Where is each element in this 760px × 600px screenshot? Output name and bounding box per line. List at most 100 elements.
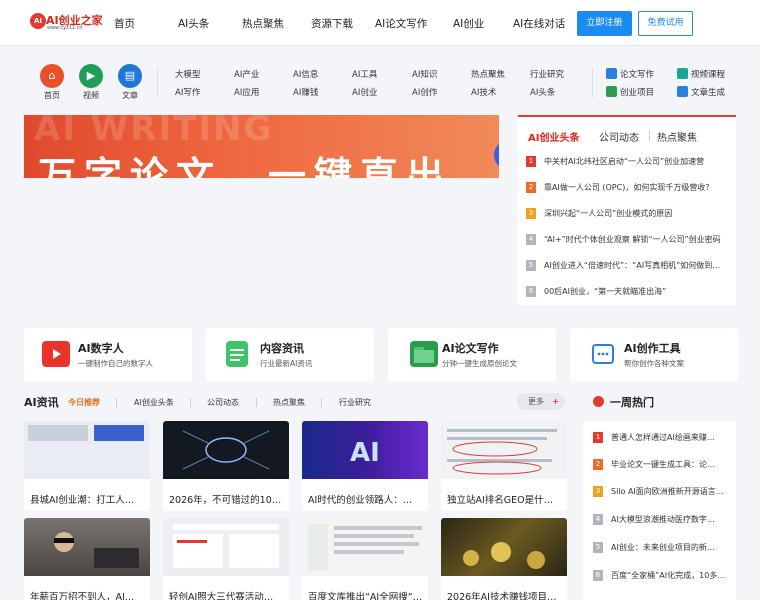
shortcut-video-label[interactable]: 视频	[76, 90, 106, 101]
headline-text[interactable]: AI创业进入“倍速时代”：“AI写真相机”如何做到…	[544, 259, 732, 273]
hot-item[interactable]: 4 AI大模型浪潮推动医疗数字…	[593, 513, 733, 527]
book-icon[interactable]: ▤	[118, 64, 142, 88]
tab-company-news[interactable]: 公司动态	[207, 397, 239, 408]
nav-ai-paper[interactable]: AI论文写作	[375, 16, 427, 31]
nav-ai-chat[interactable]: AI在线对话	[513, 16, 565, 31]
article-card[interactable]: AI AI时代的创业领路人：…	[302, 421, 428, 511]
article-title[interactable]: 年薪百万招不到人，AI…	[30, 589, 146, 600]
category-link[interactable]: AI知识	[412, 68, 437, 80]
article-title[interactable]: 百度文库推出“AI全网搜”…	[308, 589, 424, 600]
headline-text[interactable]: 靠AI做一人公司 (OPC)，如何实现千万级营收？	[544, 181, 732, 195]
article-card[interactable]: 轻创AI照大三代赛活动…	[163, 518, 289, 600]
hot-item-text[interactable]: 普通人怎样通过AI绘画来赚…	[611, 431, 733, 445]
category-link[interactable]: AI创业	[352, 86, 377, 98]
category-link[interactable]: AI技术	[471, 86, 496, 98]
register-button[interactable]: 立即注册	[577, 11, 632, 36]
headline-item[interactable]: 6 00后AI创业，“第一天就瞄准出海”	[526, 285, 731, 299]
article-card[interactable]: 县城AI创业潮：打工人…	[24, 421, 150, 511]
article-card[interactable]: 2026年AI技术赚钱项目…	[441, 518, 567, 600]
headline-item[interactable]: 3 深圳兴起“一人公司”创业模式的原因	[526, 207, 731, 221]
hot-item[interactable]: 5 AI创业：未来创业项目的新…	[593, 541, 733, 555]
article-thumbnail[interactable]	[163, 421, 289, 479]
hot-item-text[interactable]: AI创业：未来创业项目的新…	[611, 541, 733, 555]
shortcut-article-label[interactable]: 文章	[115, 90, 145, 101]
category-link[interactable]: AI信息	[293, 68, 318, 80]
tab-today-picks[interactable]: 今日推荐	[68, 397, 100, 408]
feature-content-news[interactable]: 内容资讯 行业最新AI资讯	[206, 328, 374, 382]
feature-creation-tools[interactable]: AI创作工具 帮你创作各种文案	[570, 328, 738, 382]
article-card[interactable]: 百度文库推出“AI全网搜”…	[302, 518, 428, 600]
article-card[interactable]: 2026年，不可错过的10…	[163, 421, 289, 511]
article-thumbnail[interactable]	[302, 518, 428, 576]
category-link[interactable]: AI工具	[352, 68, 377, 80]
category-link[interactable]: AI赚钱	[293, 86, 318, 98]
tab-company-news[interactable]: 公司动态	[599, 129, 639, 144]
tab-ai-headlines[interactable]: AI创业头条	[528, 129, 579, 144]
free-trial-button[interactable]: 免费试用	[638, 11, 693, 36]
category-link[interactable]: 热点聚焦	[471, 68, 505, 80]
hot-item[interactable]: 3 Silo AI面向欧洲推新开源语言…	[593, 485, 733, 499]
rank-badge: 5	[593, 542, 603, 553]
article-thumbnail[interactable]	[441, 518, 567, 576]
nav-downloads[interactable]: 资源下载	[311, 16, 353, 31]
feature-ai-paper[interactable]: AI论文写作 分钟一键生成原创论文	[388, 328, 556, 382]
feature-subtitle: 一键制作自己的数字人	[78, 359, 153, 368]
article-title[interactable]: 轻创AI照大三代赛活动…	[169, 589, 285, 600]
shortcut-home-label[interactable]: 首页	[37, 90, 67, 101]
hot-item[interactable]: 1 普通人怎样通过AI绘画来赚…	[593, 431, 733, 445]
tab-hot-topics[interactable]: 热点聚焦	[657, 129, 697, 144]
article-title[interactable]: 县城AI创业潮：打工人…	[30, 492, 146, 506]
tab-hot-topics[interactable]: 热点聚焦	[273, 397, 305, 408]
article-title[interactable]: 2026年，不可错过的10…	[169, 492, 285, 506]
home-icon[interactable]: ⌂	[40, 64, 64, 88]
headline-item[interactable]: 1 中关村AI北纬社区启动“一人公司”创业加速营	[526, 155, 731, 169]
category-link[interactable]: 大模型	[175, 68, 201, 80]
article-title[interactable]: 独立站AI排名GEO是什…	[447, 492, 563, 506]
article-thumbnail[interactable]: AI	[302, 421, 428, 479]
more-button[interactable]: 更多 +	[517, 393, 565, 410]
headline-item[interactable]: 5 AI创业进入“倍速时代”：“AI写真相机”如何做到…	[526, 259, 731, 273]
article-thumbnail[interactable]	[441, 421, 567, 479]
article-title[interactable]: AI时代的创业领路人：…	[308, 492, 424, 506]
headline-item[interactable]: 4 “AI+”时代个体创业观察 解锁“一人公司”创业密码	[526, 233, 731, 247]
category-link[interactable]: AI创作	[412, 86, 437, 98]
site-logo[interactable]: AI AI创业之家 www.cyz11.cn	[30, 12, 106, 34]
svg-text:AI: AI	[350, 438, 380, 468]
headline-text[interactable]: 中关村AI北纬社区启动“一人公司”创业加速营	[544, 155, 732, 169]
article-title[interactable]: 2026年AI技术赚钱项目…	[447, 589, 563, 600]
category-link[interactable]: AI应用	[234, 86, 259, 98]
nav-ai-headlines[interactable]: AI头条	[178, 16, 209, 31]
service-article-gen[interactable]: 文章生成	[691, 86, 725, 98]
hot-item-text[interactable]: Silo AI面向欧洲推新开源语言…	[611, 485, 733, 499]
headline-item[interactable]: 2 靠AI做一人公司 (OPC)，如何实现千万级营收？	[526, 181, 731, 195]
video-icon[interactable]: ▶	[79, 64, 103, 88]
rank-badge: 3	[526, 208, 536, 219]
category-link[interactable]: AI写作	[175, 86, 200, 98]
nav-hot-topics[interactable]: 热点聚焦	[242, 16, 284, 31]
promo-banner[interactable]: AI WRITING 万字论文，一键直出	[24, 115, 499, 178]
category-link[interactable]: 行业研究	[530, 68, 564, 80]
nav-home[interactable]: 首页	[114, 16, 135, 31]
nav-ai-startup[interactable]: AI创业	[453, 16, 484, 31]
hot-item-text[interactable]: 毕业论文一键生成工具：论…	[611, 458, 733, 472]
headline-text[interactable]: 00后AI创业，“第一天就瞄准出海”	[544, 285, 732, 299]
category-link[interactable]: AI头条	[530, 86, 555, 98]
hot-item[interactable]: 2 毕业论文一键生成工具：论…	[593, 458, 733, 472]
hot-item-text[interactable]: AI大模型浪潮推动医疗数字…	[611, 513, 733, 527]
tab-industry-research[interactable]: 行业研究	[339, 397, 371, 408]
tab-startup-headlines[interactable]: AI创业头条	[134, 397, 174, 408]
service-video-course[interactable]: 视频课程	[691, 68, 725, 80]
article-thumbnail[interactable]	[24, 518, 150, 576]
article-thumbnail[interactable]	[24, 421, 150, 479]
article-card[interactable]: 独立站AI排名GEO是什…	[441, 421, 567, 511]
headline-text[interactable]: 深圳兴起“一人公司”创业模式的原因	[544, 207, 732, 221]
hot-item[interactable]: 6 百度“全家桶”AI化完成，10多…	[593, 569, 733, 583]
category-link[interactable]: AI产业	[234, 68, 259, 80]
headline-text[interactable]: “AI+”时代个体创业观察 解锁“一人公司”创业密码	[544, 233, 732, 247]
feature-digital-human[interactable]: AI数字人 一键制作自己的数字人	[24, 328, 192, 382]
hot-item-text[interactable]: 百度“全家桶”AI化完成，10多…	[611, 569, 733, 583]
article-thumbnail[interactable]	[163, 518, 289, 576]
article-card[interactable]: 年薪百万招不到人，AI…	[24, 518, 150, 600]
service-startup-project[interactable]: 创业项目	[620, 86, 654, 98]
service-paper-writing[interactable]: 论文写作	[620, 68, 654, 80]
